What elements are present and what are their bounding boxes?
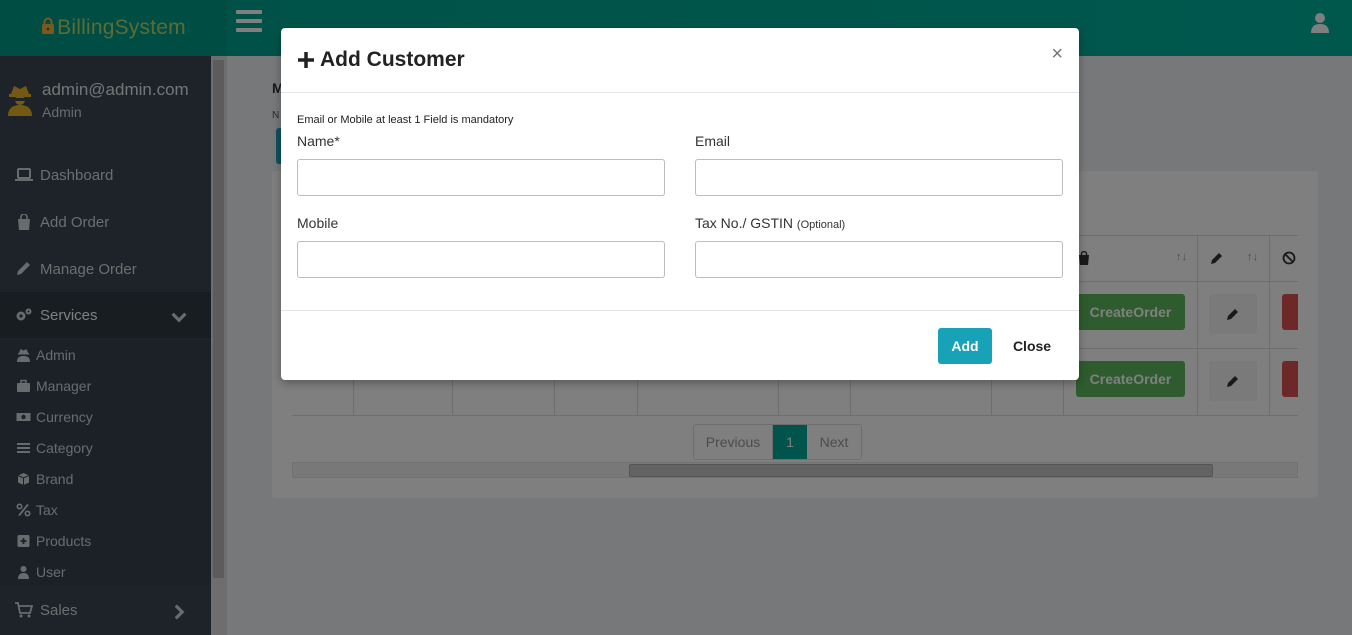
tax-label-text: Tax No./ GSTIN bbox=[695, 215, 794, 231]
tax-gstin-field[interactable] bbox=[695, 241, 1063, 278]
modal-header: Add Customer × bbox=[281, 28, 1079, 93]
mobile-field[interactable] bbox=[297, 241, 665, 278]
add-customer-modal: Add Customer × Email or Mobile at least … bbox=[281, 28, 1079, 380]
email-field[interactable] bbox=[695, 159, 1063, 196]
modal-close-icon[interactable]: × bbox=[1051, 44, 1063, 64]
name-label: Name* bbox=[297, 133, 340, 149]
close-button[interactable]: Close bbox=[1006, 328, 1058, 364]
tax-label: Tax No./ GSTIN (Optional) bbox=[695, 215, 845, 231]
name-field[interactable] bbox=[297, 159, 665, 196]
modal-title: Add Customer bbox=[297, 48, 465, 72]
mobile-label: Mobile bbox=[297, 215, 339, 231]
plus-icon bbox=[298, 52, 314, 68]
tax-label-hint: (Optional) bbox=[796, 219, 846, 231]
add-button[interactable]: Add bbox=[938, 328, 992, 364]
mandatory-note: Email or Mobile at least 1 Field is mand… bbox=[297, 114, 514, 126]
modal-title-text: Add Customer bbox=[320, 48, 465, 71]
modal-footer: Add Close bbox=[281, 310, 1079, 380]
email-label: Email bbox=[695, 133, 731, 149]
